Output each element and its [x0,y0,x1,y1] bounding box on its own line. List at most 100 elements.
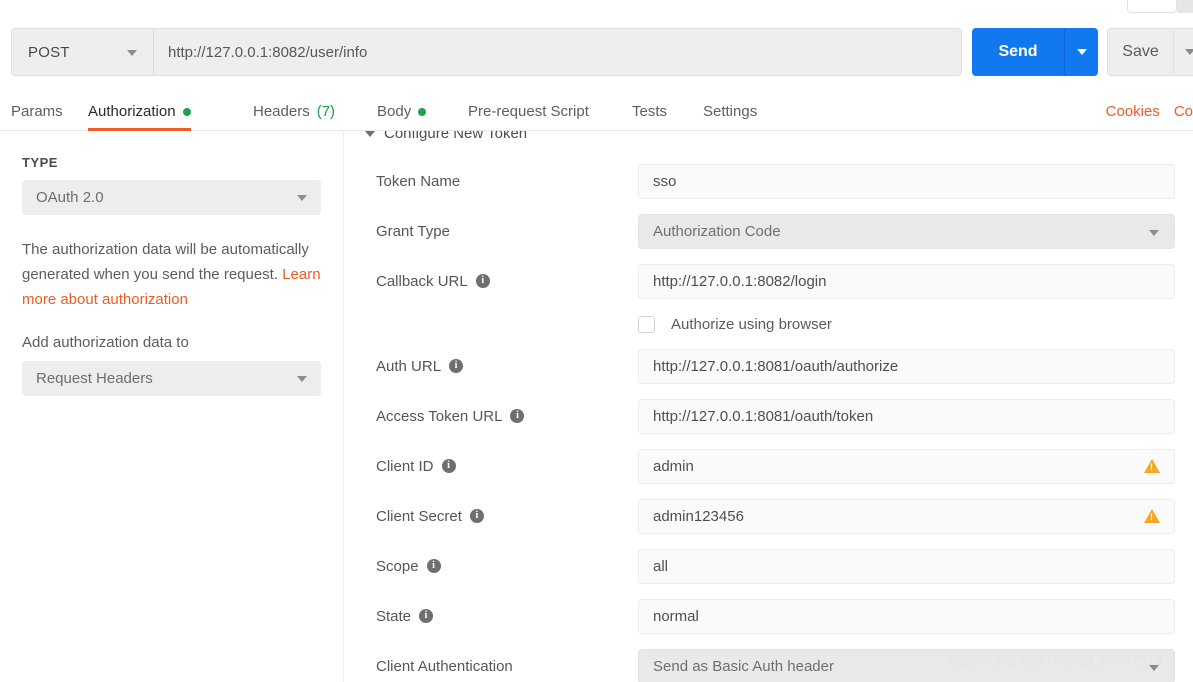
label-text: Scope [376,557,419,575]
label-client-id: Client ID i [376,458,456,475]
label-token-name: Token Name [376,173,460,190]
info-icon[interactable]: i [449,359,464,373]
link-cookies[interactable]: Cookies [1106,103,1160,120]
input-scope[interactable]: all [638,548,1175,584]
info-icon[interactable]: i [426,559,441,573]
tab-label: Tests [632,103,668,120]
tab-settings[interactable]: Settings [703,92,757,131]
label-text: Grant Type [376,222,450,240]
tab-label: Headers [253,103,310,120]
info-icon[interactable]: i [475,274,490,288]
warning-icon[interactable] [1144,458,1160,473]
tab-tests[interactable]: Tests [632,92,667,131]
label-grant-type: Grant Type [376,223,450,240]
input-auth-url[interactable]: http://127.0.0.1:8081/oauth/authorize [638,348,1175,384]
chevron-down-icon [1149,664,1159,671]
dropdown-grant-type[interactable]: Authorization Code [638,213,1175,249]
input-callback-url[interactable]: http://127.0.0.1:8082/login [638,263,1175,299]
authorization-description-text: The authorization data will be automatic… [22,241,309,283]
http-method-value: POST [28,43,70,61]
tab-pre-request-script[interactable]: Pre-request Script [468,92,589,131]
info-icon[interactable]: i [419,609,434,623]
label-text: Token Name [376,172,461,190]
triangle-down-icon [365,131,375,137]
tab-label: Body [377,103,412,120]
label-auth-url: Auth URL i [376,357,464,375]
configure-new-token-header[interactable]: Configure New Token [365,131,527,142]
label-text: Auth URL [376,357,442,375]
input-access-token-url[interactable]: http://127.0.0.1:8081/oauth/token [638,398,1175,434]
top-clipped-background [1177,0,1193,13]
auth-type-value: OAuth 2.0 [36,189,104,206]
warning-icon[interactable] [1144,508,1160,523]
chevron-down-icon [1185,49,1193,55]
add-auth-data-dropdown[interactable]: Request Headers [22,361,321,396]
chevron-down-icon [297,195,307,201]
tab-label: Params [11,103,63,120]
input-state[interactable]: normal [638,598,1175,634]
field-value: admin123456 [653,507,744,525]
tab-params[interactable]: Params [11,92,63,131]
save-button-group: Save [1107,28,1193,76]
label-state: State i [376,607,434,625]
tab-count-badge: (7) [316,103,336,120]
chevron-down-icon [1149,229,1159,236]
send-options-button[interactable] [1064,28,1098,76]
tab-headers[interactable]: Headers (7) [253,92,335,131]
top-clipped-button[interactable] [1127,0,1177,13]
label-text: Access Token URL [376,407,503,425]
type-label: TYPE [22,155,58,170]
request-tabs: Params Authorization Headers (7) Body Pre-req… [0,92,1193,131]
status-dot-icon [418,107,427,116]
field-value: sso [653,172,677,190]
label-text: Client Secret [376,507,462,525]
input-token-name[interactable]: sso [638,163,1175,199]
auth-type-dropdown[interactable]: OAuth 2.0 [22,180,321,215]
field-value: Authorization Code [653,222,781,240]
add-auth-data-label: Add authorization data to [22,334,189,351]
info-icon[interactable]: i [469,509,484,523]
configure-new-token-form: Configure New Token Token Name sso Grant T… [345,131,1193,682]
field-value: http://127.0.0.1:8081/oauth/authorize [653,357,899,375]
authorize-using-browser-checkbox[interactable] [638,315,655,333]
label-text: Client Authentication [376,657,513,675]
http-method-dropdown[interactable]: POST [11,28,154,76]
postman-request-builder: POST http://127.0.0.1:8082/user/info Sen… [0,0,1193,682]
chevron-down-icon [1076,49,1087,55]
send-button[interactable]: Send [972,28,1064,76]
status-dot-icon [182,107,191,116]
request-url-input[interactable]: http://127.0.0.1:8082/user/info [154,28,962,76]
tab-authorization[interactable]: Authorization [88,92,191,131]
add-auth-data-value: Request Headers [36,370,153,387]
field-value: http://127.0.0.1:8081/oauth/token [653,407,874,425]
link-co[interactable]: Co [1174,103,1193,120]
authorization-description: The authorization data will be automatic… [22,237,321,312]
tab-label: Pre-request Script [468,103,589,120]
save-button[interactable]: Save [1107,28,1173,76]
tab-body[interactable]: Body [377,92,427,131]
field-value: Send as Basic Auth header [653,657,834,675]
tab-right-links: Cookies Co [1106,92,1193,131]
field-value: all [653,557,669,575]
field-value: normal [653,607,699,625]
info-icon[interactable]: i [510,409,525,423]
label-client-secret: Client Secret i [376,508,484,525]
input-client-secret[interactable]: admin123456 [638,498,1175,534]
label-text: State [376,607,412,625]
chevron-down-icon [127,50,137,56]
authorize-using-browser-label[interactable]: Authorize using browser [671,316,832,333]
request-bar: POST http://127.0.0.1:8082/user/info [11,28,962,76]
save-options-button[interactable] [1173,28,1193,76]
dropdown-client-authentication[interactable]: Send as Basic Auth header [638,648,1175,682]
info-icon[interactable]: i [441,459,456,473]
input-client-id[interactable]: admin [638,448,1175,484]
label-client-authentication: Client Authentication [376,658,513,675]
label-text: Callback URL [376,272,468,290]
tab-label: Settings [703,103,758,120]
authorize-using-browser-row: Authorize using browser [638,315,832,333]
label-text: Client ID [376,457,434,475]
tab-label: Authorization [88,103,176,120]
label-callback-url: Callback URL i [376,273,490,290]
configure-new-token-title: Configure New Token [384,131,528,142]
chevron-down-icon [297,376,307,382]
